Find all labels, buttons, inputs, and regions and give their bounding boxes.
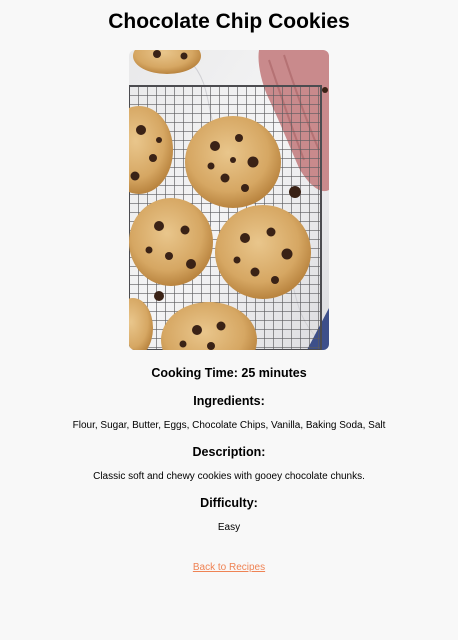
recipe-page: Chocolate Chip Cookies Cooking Time: 25 … — [0, 0, 458, 640]
recipe-photo — [129, 50, 329, 350]
back-to-recipes-link[interactable]: Back to Recipes — [193, 561, 265, 574]
difficulty-text: Easy — [217, 522, 241, 533]
cooking-time: Cooking Time: 25 minutes — [151, 366, 307, 380]
description-heading: Description: — [192, 445, 266, 459]
recipe-title: Chocolate Chip Cookies — [108, 10, 350, 33]
ingredients-heading: Ingredients: — [193, 394, 265, 408]
ingredients-text: Flour, Sugar, Butter, Eggs, Chocolate Ch… — [72, 420, 386, 431]
difficulty-heading: Difficulty: — [200, 496, 258, 510]
description-text: Classic soft and chewy cookies with gooe… — [93, 471, 365, 482]
